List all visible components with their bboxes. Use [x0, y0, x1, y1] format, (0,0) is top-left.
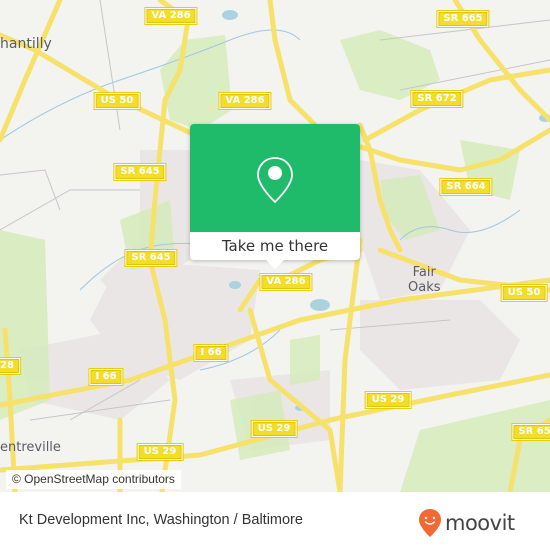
road-shield-va286-c: VA 286	[259, 273, 313, 291]
popup-pointer	[266, 260, 284, 269]
road-shield-sr28: 28	[0, 357, 21, 375]
place-label-chantilly: hantilly	[0, 36, 52, 52]
popup-header	[190, 124, 360, 232]
road-shield-sr664: SR 664	[439, 178, 493, 196]
moovit-wordmark: moovit	[445, 511, 515, 535]
moovit-logo[interactable]: moovit	[418, 508, 515, 538]
map-canvas[interactable]: hantilly Fair Oaks entreville VA 286 VA …	[0, 0, 550, 492]
road-shield-i66-west: I 66	[88, 368, 124, 386]
road-shield-i66-mid: I 66	[193, 344, 229, 362]
location-title: Kt Development Inc, Washington / Baltimo…	[19, 512, 303, 528]
road-shield-sr672: SR 672	[410, 90, 464, 108]
moovit-pin-icon	[419, 509, 441, 537]
road-shield-sr645-a: SR 645	[113, 163, 167, 181]
place-label-centreville: entreville	[0, 440, 61, 455]
location-popup: Take me there	[190, 124, 360, 269]
road-shield-va286-b: VA 286	[218, 92, 272, 110]
road-shield-va286-a: VA 286	[144, 7, 198, 25]
map-attribution[interactable]: © OpenStreetMap contributors	[6, 470, 181, 489]
road-shield-us29-west: US 29	[136, 443, 184, 461]
road-shield-us29-mid: US 29	[250, 420, 298, 438]
map-pin-icon	[257, 157, 293, 204]
road-shield-sr655: SR 655	[511, 423, 550, 441]
road-shield-sr645-b: SR 645	[124, 249, 178, 267]
road-shield-us29-east: US 29	[364, 391, 412, 409]
take-me-there-button[interactable]: Take me there	[190, 232, 360, 260]
road-shield-us50-west: US 50	[93, 92, 141, 110]
road-shield-sr665: SR 665	[436, 10, 490, 28]
road-shield-us50-east: US 50	[500, 284, 548, 302]
place-label-fair-oaks: Fair Oaks	[408, 265, 441, 295]
